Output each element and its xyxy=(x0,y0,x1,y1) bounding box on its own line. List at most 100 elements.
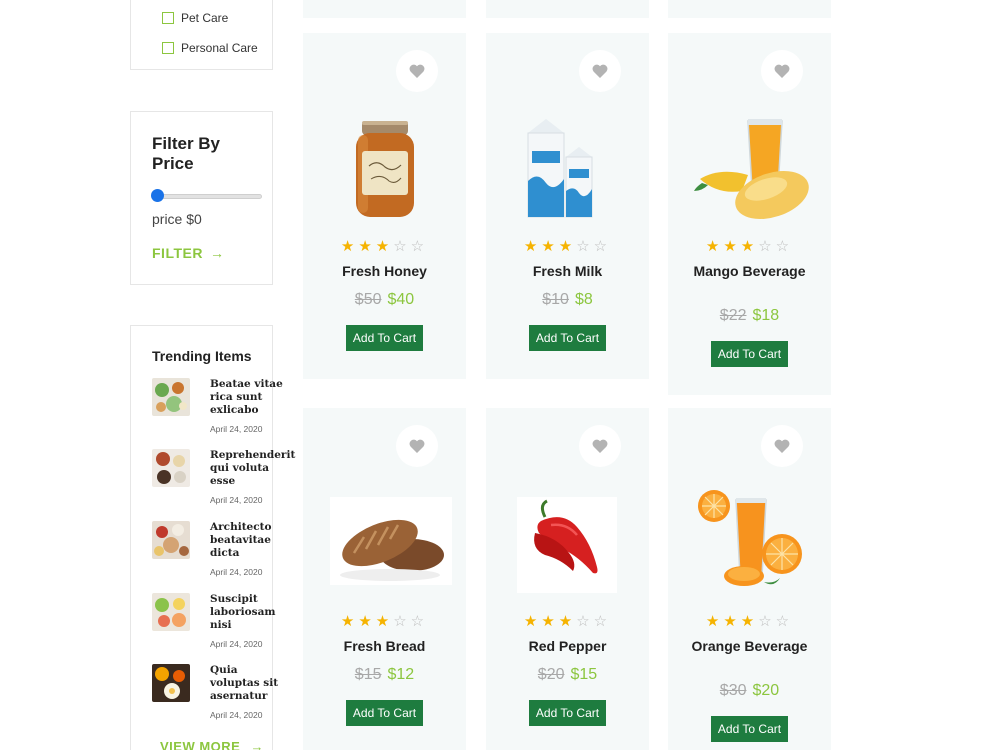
wishlist-button[interactable] xyxy=(761,50,803,92)
star-icon: ★ xyxy=(558,238,577,255)
trending-item-title[interactable]: Architecto beatavitae dicta xyxy=(210,521,285,560)
heart-icon xyxy=(774,439,790,453)
star-icon: ★ xyxy=(723,613,741,630)
trending-item-date: April 24, 2020 xyxy=(210,495,263,505)
product-image[interactable] xyxy=(517,497,617,593)
add-to-cart-button[interactable]: Add To Cart xyxy=(529,700,606,726)
trending-item[interactable]: Beatae vitae rica sunt exlicabo April 24… xyxy=(152,378,285,440)
product-image[interactable] xyxy=(690,111,810,221)
product-name[interactable]: Orange Beverage xyxy=(678,638,821,655)
price-slider-track[interactable] xyxy=(155,194,262,199)
product-image[interactable] xyxy=(325,111,445,221)
add-to-cart-button[interactable]: Add To Cart xyxy=(346,700,423,726)
star-icon: ☆ xyxy=(593,613,612,630)
star-icon: ☆ xyxy=(775,613,794,630)
trending-thumbnail[interactable] xyxy=(152,593,190,631)
trending-item-date: April 24, 2020 xyxy=(210,424,263,434)
trending-item[interactable]: Suscipit laboriosam nisi April 24, 2020 xyxy=(152,593,282,655)
star-icon: ★ xyxy=(558,613,577,630)
product-card[interactable]: ★★★☆☆ Fresh Honey $50 $40 Add To Cart xyxy=(303,33,466,379)
view-more-link[interactable]: VIEW MORE → xyxy=(160,739,264,750)
product-card[interactable]: ★★★☆☆ Orange Beverage $30 $20 Add To Cart xyxy=(668,408,831,750)
trending-item-title[interactable]: Beatae vitae rica sunt exlicabo xyxy=(210,378,285,417)
trending-item-date: April 24, 2020 xyxy=(210,710,263,720)
trending-items-panel: Trending Items Beatae vitae rica sunt ex… xyxy=(130,325,295,750)
star-icon: ☆ xyxy=(393,238,411,255)
add-to-cart-button[interactable]: Add To Cart xyxy=(529,325,606,351)
product-price: $10 $8 xyxy=(486,291,649,309)
trending-item-date: April 24, 2020 xyxy=(210,639,263,649)
heart-icon xyxy=(592,439,608,453)
trending-thumbnail[interactable] xyxy=(152,449,190,487)
product-image[interactable] xyxy=(330,497,452,585)
heart-icon xyxy=(592,64,608,78)
old-price: $20 xyxy=(537,666,565,683)
trending-item-title[interactable]: Suscipit laboriosam nisi xyxy=(210,593,285,632)
add-to-cart-button[interactable]: Add To Cart xyxy=(711,716,788,742)
product-name[interactable]: Mango Beverage xyxy=(678,263,821,280)
product-card[interactable]: ★★★☆☆ Fresh Milk $10 $8 Add To Cart xyxy=(486,33,649,379)
trending-thumbnail[interactable] xyxy=(152,664,190,702)
trending-thumbnail[interactable] xyxy=(152,521,190,559)
category-checkbox[interactable] xyxy=(162,12,174,24)
star-icon: ☆ xyxy=(775,238,794,255)
price-slider-handle[interactable] xyxy=(151,189,164,202)
trending-item[interactable]: Quia voluptas sit asernatur April 24, 20… xyxy=(152,664,282,726)
star-icon: ★ xyxy=(358,613,376,630)
trending-item-title[interactable]: Quia voluptas sit asernatur xyxy=(210,664,285,703)
wishlist-button[interactable] xyxy=(396,50,438,92)
price-value-label: price $0 xyxy=(152,211,202,227)
trending-thumbnail[interactable] xyxy=(152,378,190,416)
star-icon: ★ xyxy=(340,238,359,255)
trending-item[interactable]: Reprehenderit qui voluta esse April 24, … xyxy=(152,449,295,511)
product-card-partial xyxy=(668,0,831,18)
product-name[interactable]: Red Pepper xyxy=(496,638,639,655)
category-item-pet-care[interactable]: Pet Care xyxy=(162,11,228,25)
category-item-personal-care[interactable]: Personal Care xyxy=(162,41,258,55)
star-icon: ★ xyxy=(740,613,759,630)
product-name[interactable]: Fresh Bread xyxy=(313,638,456,655)
product-name[interactable]: Fresh Milk xyxy=(496,263,639,280)
product-card-partial xyxy=(303,0,466,18)
star-icon: ★ xyxy=(740,238,759,255)
price-filter-panel: Filter By Price price $0 FILTER → xyxy=(130,111,273,285)
wishlist-button[interactable] xyxy=(579,425,621,467)
bread-loaves-image xyxy=(340,519,444,581)
arrow-right-icon: → xyxy=(209,245,225,261)
product-name[interactable]: Fresh Honey xyxy=(313,263,456,280)
product-card[interactable]: ★★★☆☆ Mango Beverage $22 $18 Add To Cart xyxy=(668,33,831,395)
current-price: $20 xyxy=(752,682,780,699)
star-icon: ☆ xyxy=(758,613,776,630)
product-price: $15 $12 xyxy=(303,666,466,684)
mango-juice-image xyxy=(694,119,809,219)
rating-stars: ★★★☆☆ xyxy=(668,237,831,255)
star-icon: ★ xyxy=(358,238,376,255)
orange-juice-image xyxy=(698,490,802,586)
add-to-cart-button[interactable]: Add To Cart xyxy=(711,341,788,367)
product-image[interactable] xyxy=(690,486,810,596)
current-price: $40 xyxy=(387,291,415,308)
trending-item[interactable]: Architecto beatavitae dicta April 24, 20… xyxy=(152,521,282,583)
wishlist-button[interactable] xyxy=(396,425,438,467)
product-card-partial xyxy=(486,0,649,18)
star-icon: ☆ xyxy=(576,238,594,255)
star-icon: ★ xyxy=(523,613,542,630)
product-image[interactable] xyxy=(508,111,628,221)
star-icon: ★ xyxy=(541,238,559,255)
price-filter-title: Filter By Price xyxy=(152,134,221,173)
wishlist-button[interactable] xyxy=(579,50,621,92)
milk-cartons-image xyxy=(527,119,593,218)
product-card[interactable]: ★★★☆☆ Red Pepper $20 $15 Add To Cart xyxy=(486,408,649,750)
trending-item-title[interactable]: Reprehenderit qui voluta esse xyxy=(210,449,295,488)
current-price: $12 xyxy=(387,666,415,683)
product-card[interactable]: ★★★☆☆ Fresh Bread $15 $12 Add To Cart xyxy=(303,408,466,750)
category-label: Personal Care xyxy=(181,41,258,55)
star-icon: ☆ xyxy=(393,613,411,630)
star-icon: ★ xyxy=(705,238,724,255)
old-price: $22 xyxy=(719,307,747,324)
category-checkbox[interactable] xyxy=(162,42,174,54)
arrow-right-icon: → xyxy=(250,739,264,750)
add-to-cart-button[interactable]: Add To Cart xyxy=(346,325,423,351)
filter-button[interactable]: FILTER → xyxy=(152,245,224,261)
wishlist-button[interactable] xyxy=(761,425,803,467)
